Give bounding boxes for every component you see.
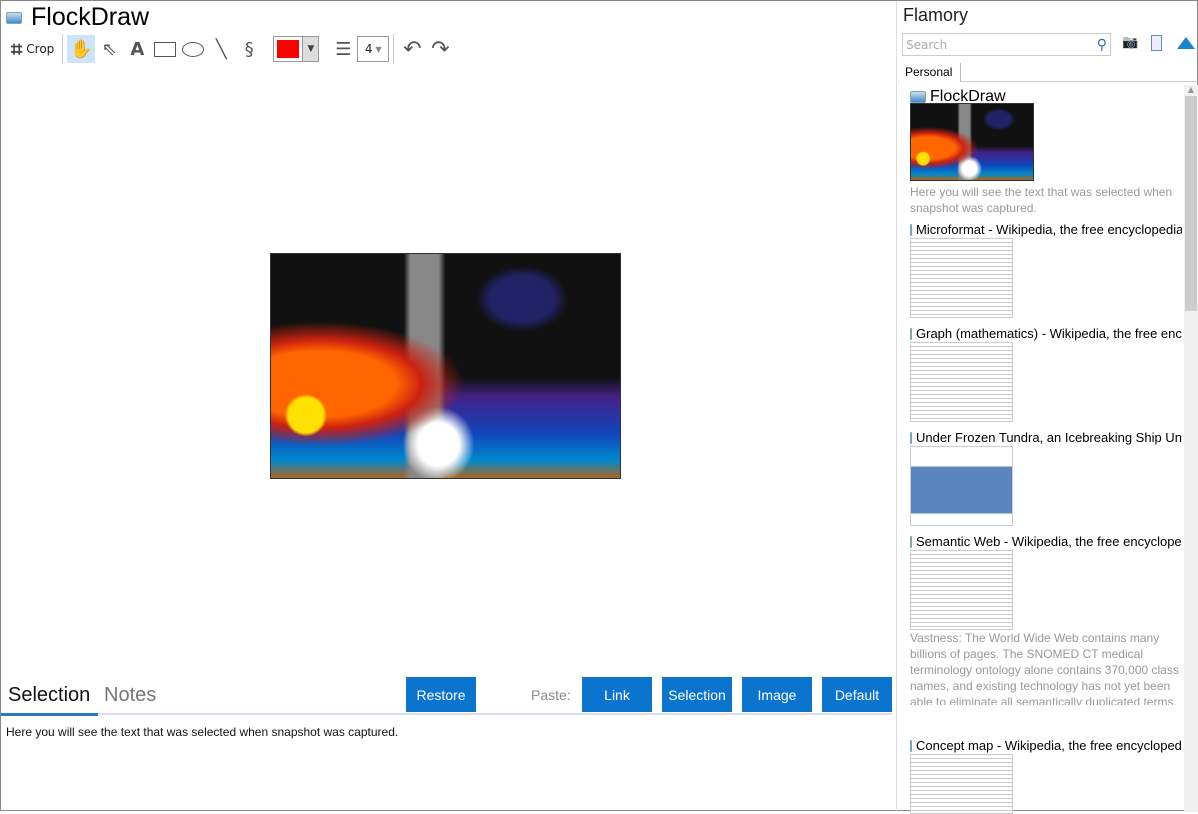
list-item-thumbnail[interactable] — [910, 342, 1013, 422]
list-item-thumbnail[interactable] — [910, 754, 1013, 814]
list-item-title[interactable]: Concept map - Wikipedia, the free encycl… — [910, 738, 1182, 753]
tab-selection[interactable]: Selection — [8, 684, 90, 707]
redo-icon[interactable]: ↷ — [426, 35, 454, 63]
selection-text[interactable]: Here you will see the text that was sele… — [6, 725, 398, 739]
list-item-title[interactable]: Semantic Web - Wikipedia, the free encyc… — [910, 534, 1182, 549]
page-icon — [910, 223, 912, 236]
paste-label: Paste: — [531, 687, 571, 703]
crop-label: Crop — [26, 42, 55, 56]
text-tool-icon[interactable]: A — [123, 35, 151, 63]
list-item-thumbnail[interactable] — [910, 103, 1034, 181]
item-title-text: Under Frozen Tundra, an Icebreaking Ship… — [916, 430, 1182, 445]
active-tab-indicator — [1, 713, 98, 716]
scrollbar-thumb[interactable] — [1185, 96, 1197, 311]
app-title: FlockDraw — [31, 3, 150, 31]
search-icon[interactable]: ⚲ — [1097, 37, 1107, 53]
item-title-text: Microformat - Wikipedia, the free encycl… — [916, 222, 1182, 237]
tab-underline — [1, 713, 892, 715]
chevron-down-icon: ▼ — [302, 37, 319, 61]
freehand-tool-icon[interactable]: § — [235, 35, 263, 63]
list-item-thumbnail[interactable] — [910, 238, 1013, 318]
page-icon — [910, 327, 912, 340]
app-icon — [6, 12, 22, 24]
camera-icon[interactable]: 📷 — [1122, 35, 1138, 50]
document-icon[interactable] — [1151, 35, 1162, 51]
collapse-icon[interactable] — [1177, 37, 1195, 49]
page-icon — [910, 535, 912, 548]
list-item-thumbnail[interactable] — [910, 446, 1013, 526]
page-icon — [910, 431, 912, 444]
color-picker[interactable]: ▼ — [273, 36, 320, 62]
list-item-desc: Here you will see the text that was sele… — [910, 185, 1173, 215]
crop-button[interactable]: ⌗ Crop — [7, 37, 58, 61]
item-title-text: Graph (mathematics) - Wikipedia, the fre… — [916, 326, 1182, 341]
color-swatch — [277, 40, 300, 58]
tab-notes[interactable]: Notes — [104, 684, 156, 707]
crop-icon: ⌗ — [11, 37, 23, 61]
tab-personal[interactable]: Personal — [899, 63, 961, 82]
line-width-select[interactable]: 4 ▼ — [357, 36, 390, 62]
list-item-thumbnail[interactable] — [910, 550, 1013, 630]
scrollbar[interactable]: ▲ — [1184, 85, 1198, 812]
ellipse-tool-icon[interactable] — [179, 35, 207, 63]
hand-tool-icon[interactable]: ✋ — [67, 35, 96, 63]
canvas-image[interactable] — [270, 253, 621, 479]
search-placeholder: Search — [906, 37, 948, 52]
toolbar: ⌗ Crop ✋ ⇖ A ╲ § ▼ ☰ 4 ▼ ↶ ↷ — [7, 34, 454, 64]
search-input[interactable]: Search ⚲ — [902, 33, 1111, 56]
scroll-up-icon[interactable]: ▲ — [1184, 85, 1198, 94]
pointer-tool-icon[interactable]: ⇖ — [95, 35, 123, 63]
line-width-value: 4 — [364, 42, 373, 56]
paste-link-button[interactable]: Link — [582, 677, 652, 712]
line-tool-icon[interactable]: ╲ — [207, 35, 235, 63]
list-item-title[interactable]: Under Frozen Tundra, an Icebreaking Ship… — [910, 430, 1182, 445]
rectangle-tool-icon[interactable] — [151, 35, 179, 63]
list-item-desc: Vastness: The World Wide Web contains ma… — [910, 631, 1179, 705]
list-item-title[interactable]: Microformat - Wikipedia, the free encycl… — [910, 222, 1182, 237]
item-title-text: Concept map - Wikipedia, the free encycl… — [916, 738, 1182, 753]
paste-image-button[interactable]: Image — [742, 677, 812, 712]
page-icon — [910, 739, 912, 752]
divider — [393, 34, 395, 64]
restore-button[interactable]: Restore — [406, 677, 476, 712]
divider — [62, 34, 64, 64]
paste-selection-button[interactable]: Selection — [662, 677, 732, 712]
undo-icon[interactable]: ↶ — [398, 35, 426, 63]
item-title-text: Semantic Web - Wikipedia, the free encyc… — [916, 534, 1182, 549]
list-item-title[interactable]: Graph (mathematics) - Wikipedia, the fre… — [910, 326, 1182, 341]
panel-divider — [896, 1, 897, 812]
line-width-icon: ☰ — [335, 38, 352, 60]
paste-default-button[interactable]: Default — [822, 677, 892, 712]
panel-title: Flamory — [903, 5, 969, 25]
page-icon — [910, 91, 926, 103]
